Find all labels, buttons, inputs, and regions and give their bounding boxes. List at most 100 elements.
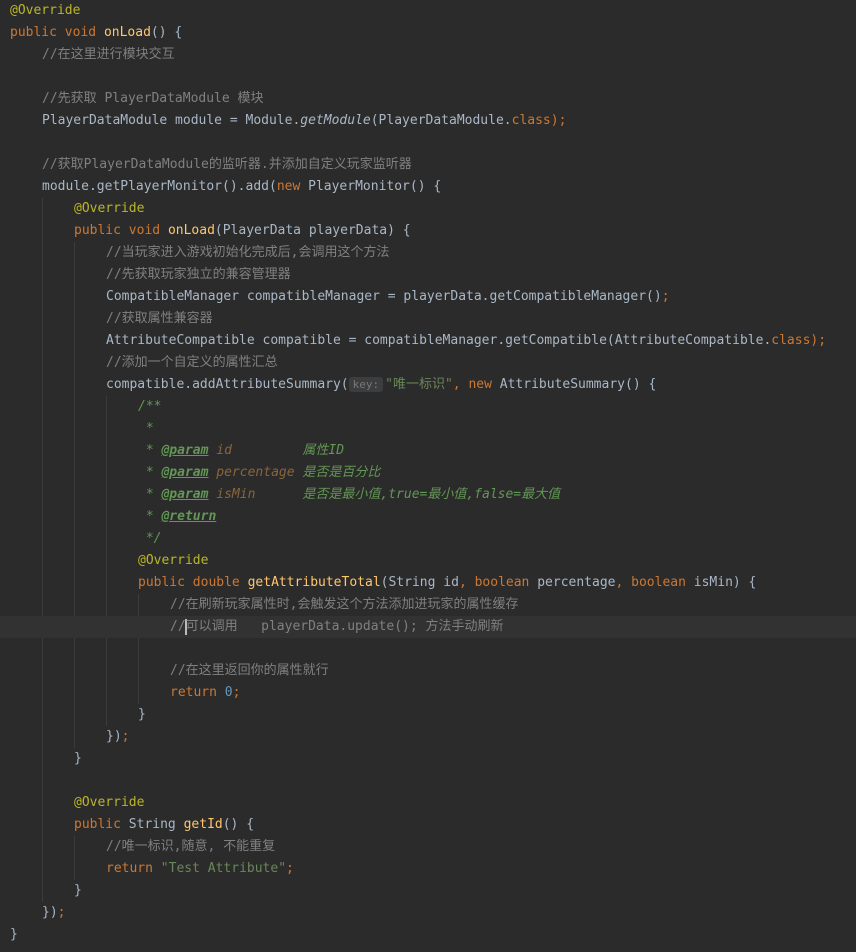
code-line[interactable]: */ <box>0 528 856 550</box>
code-line[interactable]: module.getPlayerMonitor().add(new Player… <box>0 176 856 198</box>
code-token: }) <box>106 729 122 744</box>
code-line[interactable]: AttributeCompatible compatible = compati… <box>0 330 856 352</box>
parameter-hint: key: <box>348 377 384 392</box>
code-token: PlayerDataModule module = Module. <box>42 113 301 128</box>
code-token: //在这里进行模块交互 <box>42 47 175 62</box>
code-token: class <box>771 333 811 348</box>
code-token: @param <box>161 465 209 480</box>
code-line[interactable]: @Override <box>0 792 856 814</box>
code-line[interactable]: //在这里返回你的属性就行 <box>0 660 856 682</box>
code-token: //先获取玩家独立的兼容管理器 <box>106 267 291 282</box>
code-line[interactable]: * @param percentage 是否是百分比 <box>0 462 856 484</box>
code-token: 可以调用 playerData.update(); 方法手动刷新 <box>185 619 504 634</box>
code-token: boolean <box>474 575 530 590</box>
code-token: void <box>64 25 97 40</box>
code-line[interactable] <box>0 132 856 154</box>
code-line[interactable]: //在刷新玩家属性时,会触发这个方法添加进玩家的属性缓存 <box>0 594 856 616</box>
code-line[interactable]: } <box>0 748 856 770</box>
code-token: onLoad <box>167 223 215 238</box>
code-token: */ <box>138 531 162 546</box>
code-token: public <box>10 25 57 40</box>
code-token: // <box>170 619 186 634</box>
code-line[interactable]: public void onLoad(PlayerData playerData… <box>0 220 856 242</box>
code-token: * <box>138 465 162 480</box>
code-line[interactable]: compatible.addAttributeSummary(key: "唯一标识… <box>0 374 856 396</box>
code-token: }) <box>42 905 58 920</box>
code-line[interactable]: public double getAttributeTotal(String i… <box>0 572 856 594</box>
code-token: * <box>138 421 154 436</box>
code-line[interactable]: } <box>0 880 856 902</box>
code-token: //先获取 PlayerDataModule 模块 <box>42 91 264 106</box>
code-token: getAttributeTotal <box>247 575 381 590</box>
code-line[interactable]: //获取PlayerDataModule的监听器.并添加自定义玩家监听器 <box>0 154 856 176</box>
code-line[interactable]: }); <box>0 726 856 748</box>
code-line[interactable]: * @param id 属性ID <box>0 440 856 462</box>
code-token: @param <box>161 487 209 502</box>
code-token: void <box>128 223 161 238</box>
code-token: /** <box>138 399 162 414</box>
code-line[interactable]: @Override <box>0 550 856 572</box>
code-token: onLoad <box>103 25 151 40</box>
code-token: String <box>120 817 184 832</box>
code-line[interactable]: * @return <box>0 506 856 528</box>
code-token: //添加一个自定义的属性汇总 <box>106 355 278 370</box>
code-line[interactable]: @Override <box>0 0 856 22</box>
code-token: //获取属性兼容器 <box>106 311 213 326</box>
code-line[interactable]: public String getId() { <box>0 814 856 836</box>
code-token: 0 <box>224 685 233 700</box>
code-token: * <box>138 443 162 458</box>
code-line[interactable]: return 0; <box>0 682 856 704</box>
code-token: } <box>74 751 82 766</box>
code-line[interactable]: //先获取玩家独立的兼容管理器 <box>0 264 856 286</box>
code-line[interactable] <box>0 66 856 88</box>
code-editor[interactable]: @Override public void onLoad() {//在这里进行模块… <box>0 0 856 952</box>
code-token: public <box>74 817 121 832</box>
code-line[interactable]: //添加一个自定义的属性汇总 <box>0 352 856 374</box>
code-token: AttributeCompatible compatible = compati… <box>106 333 772 348</box>
code-token: @Override <box>74 795 145 810</box>
code-line[interactable]: //可以调用 playerData.update(); 方法手动刷新 <box>0 616 856 638</box>
code-token: () { <box>150 25 183 40</box>
code-token: ; <box>661 289 670 304</box>
code-token: return <box>170 685 217 700</box>
code-token: double <box>192 575 240 590</box>
code-token: "Test Attribute" <box>160 861 287 876</box>
code-line[interactable]: @Override <box>0 198 856 220</box>
code-token: } <box>10 927 18 942</box>
code-line[interactable]: CompatibleManager compatibleManager = pl… <box>0 286 856 308</box>
code-token: (PlayerDataModule. <box>370 113 512 128</box>
code-token: @param <box>161 443 209 458</box>
code-token: ); <box>550 113 567 128</box>
code-line[interactable]: PlayerDataModule module = Module.getModu… <box>0 110 856 132</box>
code-line[interactable]: * @param isMin 是否是最小值,true=最小值,false=最大值 <box>0 484 856 506</box>
code-line[interactable]: * <box>0 418 856 440</box>
code-line[interactable]: public void onLoad() { <box>0 22 856 44</box>
code-token: * <box>138 487 162 502</box>
code-token: ; <box>286 861 294 876</box>
code-token: compatible.addAttributeSummary( <box>106 377 349 392</box>
code-line[interactable]: } <box>0 924 856 946</box>
code-line[interactable]: //唯一标识,随意, 不能重复 <box>0 836 856 858</box>
code-line[interactable]: //获取属性兼容器 <box>0 308 856 330</box>
code-token: (PlayerData playerData) { <box>214 223 411 238</box>
code-line[interactable]: //先获取 PlayerDataModule 模块 <box>0 88 856 110</box>
code-token: PlayerMonitor() { <box>300 179 442 194</box>
code-line[interactable]: return "Test Attribute"; <box>0 858 856 880</box>
code-token: () { <box>222 817 255 832</box>
code-token: , <box>452 377 461 392</box>
code-token: ; <box>121 729 130 744</box>
code-line[interactable]: //在这里进行模块交互 <box>0 44 856 66</box>
code-line[interactable]: }); <box>0 902 856 924</box>
code-token: ; <box>232 685 241 700</box>
code-line[interactable] <box>0 770 856 792</box>
code-line[interactable]: //当玩家进入游戏初始化完成后,会调用这个方法 <box>0 242 856 264</box>
code-line[interactable]: /** <box>0 396 856 418</box>
code-line[interactable]: } <box>0 704 856 726</box>
code-line[interactable] <box>0 638 856 660</box>
code-token: (String id <box>380 575 459 590</box>
